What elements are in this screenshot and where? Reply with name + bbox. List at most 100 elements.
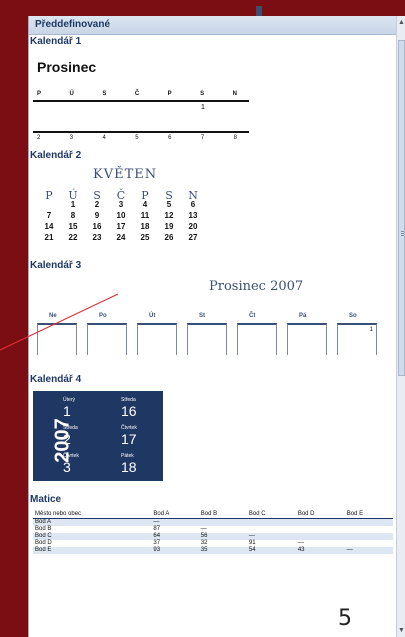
cal2-date: 6 [190, 200, 196, 209]
cal2-date: 16 [92, 222, 102, 231]
cal2-date: 7 [46, 211, 52, 220]
table-row: Bod C 64 56— [33, 533, 393, 540]
cal3-date: 1 [369, 327, 373, 333]
top-tick [256, 6, 262, 16]
cal3-day-box [87, 323, 127, 355]
cal2-date: 11 [140, 211, 150, 220]
cal2-week-row: 21 22 23 24 25 26 27 [37, 233, 207, 244]
matrix-cell: — [297, 540, 304, 546]
matrix-thumbnail[interactable]: Město nebo obec Bod A Bod B Bod C Bod D Bod E… [29, 507, 397, 577]
matrix-cell [247, 526, 296, 533]
cal2-week-row: 7 8 9 10 11 12 13 [37, 211, 207, 222]
cal4-cell: Středa 2 [63, 425, 78, 447]
building-blocks-gallery: Předdefinované Kalendář 1 Prosinec P Ú S… [28, 16, 397, 637]
cal3-day-header: Čt [249, 313, 256, 319]
matrix-cell: Bod D [35, 540, 52, 546]
vertical-scrollbar[interactable]: ▲ ▼ [396, 16, 405, 637]
cal1-rule [33, 100, 249, 102]
cal2-date: 2 [94, 200, 100, 209]
matrix-cell: — [151, 518, 199, 526]
section-label-kalendar-3: Kalendář 3 [30, 260, 82, 271]
cal2-date: 27 [188, 233, 198, 242]
cal4-day: 17 [121, 431, 137, 447]
matrix-cell: 56 [198, 533, 247, 540]
cal1-date: 5 [135, 135, 139, 141]
matrix-column-header: Bod D [295, 509, 345, 519]
cal1-date: 3 [69, 135, 74, 141]
matrix-cell: Bod E [33, 547, 152, 554]
cal3-day-box [287, 323, 327, 355]
cal2-date: 22 [68, 233, 78, 242]
section-label-kalendar-2: Kalendář 2 [30, 150, 82, 161]
cal2-date: 17 [116, 222, 126, 231]
matrix-cell: 35 [198, 547, 247, 554]
matrix-cell [246, 518, 296, 526]
section-label-kalendar-1: Kalendář 1 [30, 36, 82, 47]
scroll-up-arrow-icon[interactable]: ▲ [398, 18, 405, 27]
cal4-cell: Úterý 1 [63, 397, 75, 419]
scroll-grip-icon [401, 231, 404, 232]
matrix-cell: — [344, 547, 393, 554]
table-row: Bod B 87 — [33, 526, 393, 533]
section-label-kalendar-4: Kalendář 4 [30, 374, 82, 385]
cal2-week-row: 14 15 16 17 18 19 20 [37, 222, 207, 233]
matrix-cell [345, 540, 393, 547]
cal1-day: N [232, 91, 237, 97]
matrix-cell [295, 518, 345, 526]
cal4-day: 2 [63, 431, 71, 447]
matrix-column-header: Město nebo obec [33, 509, 152, 519]
matrix-cell [295, 533, 345, 540]
cal1-date: 8 [233, 135, 237, 141]
calendar-3-thumbnail[interactable]: Prosinec 2007 Ne Po Út St Čt Pá So 1 [29, 273, 397, 369]
cal4-day: 3 [63, 459, 71, 475]
matrix-column-header: Bod A [151, 509, 199, 519]
cal4-cell: Pátek 18 [121, 453, 137, 475]
cal4-day: 16 [121, 403, 137, 419]
cal2-date [37, 200, 61, 211]
matrix-cell: 91 [248, 540, 256, 546]
matrix-cell: 93 [151, 547, 199, 554]
cal2-date: 14 [44, 222, 54, 231]
cal2-date: 9 [94, 211, 100, 220]
cal2-date: 15 [68, 222, 78, 231]
table-row: Bod A — [33, 518, 393, 526]
calendar-2-thumbnail[interactable]: KVĚTEN P Ú S Č P S N 1 2 3 4 5 6 7 8 9 10 11 12 13 14 15 16 17 1… [29, 163, 397, 255]
cal2-day-headers: PÚSČPSN [37, 189, 207, 202]
cal4-day: 1 [63, 403, 71, 419]
cal2-date: 23 [92, 233, 102, 242]
cal1-row-2: 2 3 4 5 6 7 8 [37, 135, 237, 141]
cal1-day: S [200, 91, 205, 97]
cal2-date: 4 [142, 200, 148, 209]
cal2-grid: P Ú S Č P S N 1 2 3 4 5 6 7 8 9 10 11 12 13 14 15 16 17 18 19 20 21… [37, 189, 207, 244]
matrix-cell [198, 518, 247, 526]
cal2-date: 24 [116, 233, 126, 242]
cal3-day-header: So [349, 313, 357, 319]
cal3-day-header: Ne [49, 313, 57, 319]
matrix-cell: 37 [153, 540, 161, 546]
cal2-date: 1 [70, 200, 76, 209]
cal1-first-day: 1 [201, 104, 205, 111]
calendar-4-thumbnail[interactable]: 2007 Úterý 1 Středa 16 Středa 2 Čtvrtek 17 Č… [29, 387, 397, 485]
cal1-date: 7 [200, 135, 205, 141]
cal1-day: S [102, 91, 107, 97]
cal2-date: 10 [116, 211, 126, 220]
cal3-day-header: Po [99, 313, 107, 319]
scrollbar-thumb[interactable] [398, 40, 405, 376]
cal2-date: 26 [164, 233, 174, 242]
cal2-date: 5 [166, 200, 172, 209]
table-row: Bod E 93 35 54 43— [33, 547, 393, 554]
matrix-cell: 43 [295, 547, 345, 554]
table-row: Bod D 37 32 91 — [33, 540, 393, 547]
cal3-day-box [187, 323, 227, 355]
scroll-down-arrow-icon[interactable]: ▼ [398, 626, 405, 635]
cal2-date: 20 [188, 222, 198, 231]
calendar-1-thumbnail[interactable]: Prosinec P Ú S Č P S N 1 2 3 4 5 6 7 8 [29, 49, 397, 145]
cal1-date: 2 [37, 135, 41, 141]
matrix-cell: 32 [200, 540, 208, 546]
matrix-cell [296, 526, 345, 533]
section-label-matice: Matice [30, 494, 62, 505]
matrix-cell: 64 [151, 533, 199, 540]
cal2-title: KVĚTEN [93, 167, 158, 182]
matrix-column-header: Bod C [246, 509, 296, 519]
matrix-cell: Bod B [35, 526, 52, 532]
